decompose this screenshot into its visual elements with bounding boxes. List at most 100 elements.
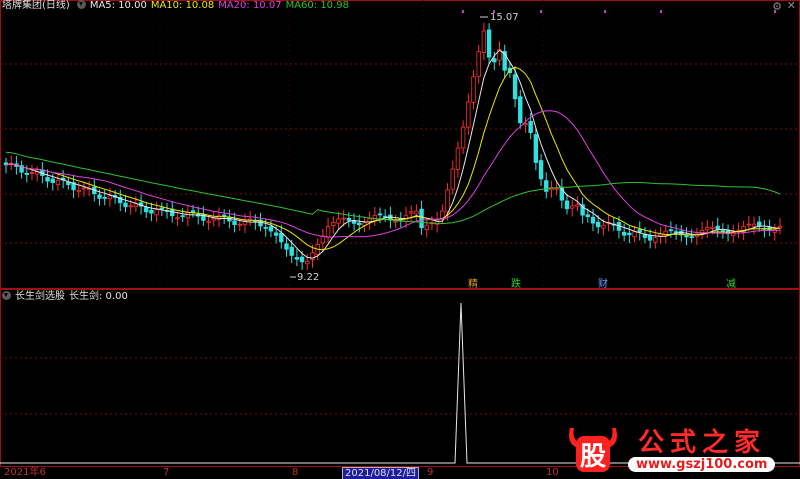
candle-body — [466, 101, 471, 128]
ma5-line — [5, 49, 781, 259]
logo-url: www.gszj100.com — [628, 457, 776, 472]
candle-body — [294, 257, 300, 260]
candle-body — [445, 189, 450, 213]
candle-body — [751, 223, 757, 227]
candle-body — [325, 225, 331, 238]
candle-body — [279, 232, 284, 243]
candle-body — [518, 96, 523, 124]
candle-body — [689, 236, 694, 239]
high-price-label: 15.07 — [490, 12, 519, 23]
x-label-jun: 2021年6 — [4, 467, 46, 478]
candle-body — [393, 220, 398, 223]
candle-body — [544, 180, 549, 192]
candle-body — [320, 235, 326, 244]
low-price-label: 9.22 — [297, 272, 320, 283]
candle-body — [237, 223, 242, 226]
candle-body — [76, 189, 81, 193]
candle-body — [486, 29, 492, 58]
ma10-line — [5, 66, 781, 251]
marker-tick — [604, 10, 606, 13]
candle-body — [575, 204, 580, 207]
candle-body — [601, 224, 606, 229]
watermark-logo: 股 公式之家 www.gszj100.com — [558, 420, 798, 476]
logo-gu-text: 股 — [580, 442, 606, 472]
candle-body — [523, 123, 528, 126]
candle-body — [206, 220, 211, 223]
candle-body — [97, 194, 102, 199]
x-label-oct: 10 — [546, 467, 559, 478]
candle-body — [211, 218, 216, 221]
candle-body — [460, 126, 466, 149]
candle-body — [450, 168, 455, 190]
candle-body — [305, 260, 310, 265]
candle-body — [512, 74, 518, 100]
candle-body — [299, 256, 305, 263]
candle-body — [621, 231, 627, 236]
candle-body — [471, 76, 476, 103]
candle-body — [424, 224, 429, 230]
candle-body — [263, 227, 268, 229]
candle-body — [673, 231, 679, 233]
candle-body — [180, 215, 185, 218]
candle-body — [627, 232, 632, 236]
candle-body — [777, 225, 783, 229]
candle-body — [564, 200, 570, 210]
x-label-sep: 9 — [427, 467, 434, 478]
candle-body — [653, 237, 658, 243]
candle-body — [273, 232, 279, 236]
candle-body — [289, 246, 294, 256]
x-label-jul: 7 — [163, 467, 170, 478]
candle-body — [232, 220, 237, 226]
candle-body — [149, 209, 154, 214]
chart-window: 塔牌集团(日线) MA5: 10.00 MA10: 10.08 MA20: 10.07… — [0, 0, 800, 479]
ma60-line — [5, 151, 781, 225]
candle-body — [455, 147, 461, 170]
candle-body — [595, 221, 601, 228]
x-label-aug: 8 — [292, 467, 299, 478]
marker-tick — [660, 10, 662, 13]
candle-body — [492, 58, 497, 63]
candle-body — [144, 207, 149, 213]
candle-body — [123, 202, 128, 208]
candle-body — [29, 172, 35, 174]
candle-body — [663, 230, 668, 237]
candle-body — [715, 225, 720, 230]
candle-body — [55, 179, 61, 185]
candle-body — [154, 209, 159, 216]
candle-body — [684, 235, 689, 238]
candle-body — [419, 208, 424, 229]
candle-body — [710, 226, 715, 229]
candle-body — [102, 197, 107, 199]
candle-body — [268, 226, 274, 232]
candle-body — [341, 217, 346, 220]
candle-body — [528, 121, 533, 133]
candle-body — [81, 187, 87, 190]
logo-text: 公式之家 — [638, 428, 767, 458]
candle-body — [637, 229, 642, 233]
candle-body — [128, 205, 133, 208]
candle-body — [377, 213, 383, 216]
candle-body — [107, 195, 113, 200]
candle-body — [159, 207, 165, 210]
candlestick-chart — [0, 0, 800, 289]
candle-body — [185, 212, 191, 219]
candle-body — [668, 229, 674, 232]
candle-body — [570, 205, 575, 209]
candle-body — [50, 178, 55, 183]
candle-body — [24, 172, 29, 175]
candle-body — [554, 187, 559, 190]
candle-body — [175, 217, 180, 220]
candle-body — [372, 214, 378, 221]
candle-body — [538, 160, 544, 180]
candle-body — [331, 221, 336, 226]
candle-body — [284, 243, 289, 250]
candle-body — [533, 134, 539, 163]
candle-body — [705, 227, 710, 231]
candle-body — [45, 177, 50, 182]
candle-body — [590, 216, 596, 224]
x-cursor-date: 2021/08/12/四 — [342, 467, 420, 479]
candle-body — [357, 222, 362, 226]
candle-body — [481, 30, 487, 54]
candle-body — [746, 223, 752, 226]
candle-body — [414, 210, 419, 215]
